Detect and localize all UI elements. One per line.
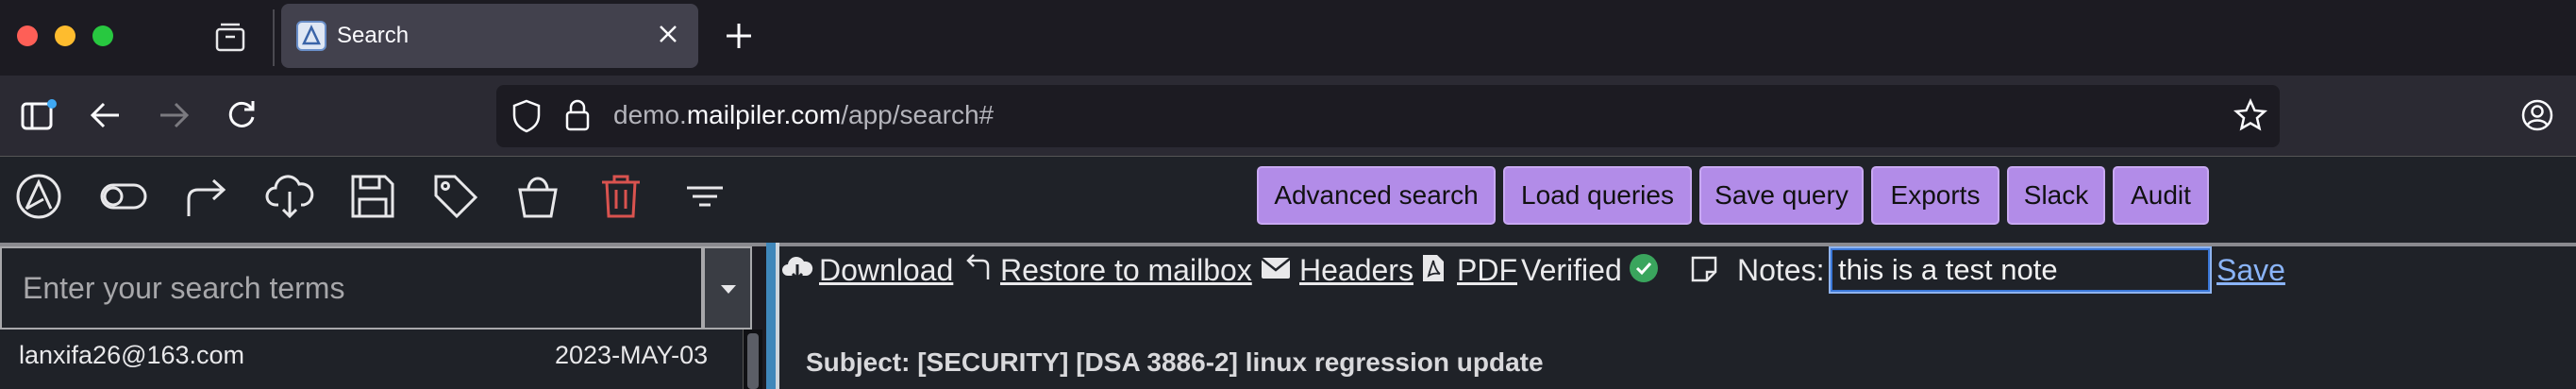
toggle-icon[interactable] [99, 173, 147, 220]
filter-icon[interactable] [681, 173, 728, 220]
restore-arrow-icon [963, 251, 994, 281]
advanced-search-button[interactable]: Advanced search [1257, 166, 1496, 225]
forward-arrow-icon [157, 98, 191, 132]
slack-button[interactable]: Slack [2007, 166, 2105, 225]
piler-logo-icon[interactable] [15, 173, 62, 220]
back-arrow-icon[interactable] [89, 98, 123, 132]
headers-link[interactable]: Headers [1299, 253, 1413, 288]
exports-button[interactable]: Exports [1871, 166, 1999, 225]
trash-icon[interactable] [597, 173, 644, 220]
close-tab-icon[interactable] [657, 23, 679, 45]
verified-check-icon [1629, 253, 1659, 283]
cloud-download-icon [781, 253, 813, 281]
save-query-button[interactable]: Save query [1699, 166, 1864, 225]
verified-label: Verified [1521, 253, 1622, 287]
site-favicon [296, 21, 326, 51]
minimize-window-button[interactable] [55, 25, 75, 46]
result-date: 2023-MAY-03 [555, 341, 709, 369]
notes-label: Notes: [1737, 253, 1825, 287]
reload-icon[interactable] [225, 97, 259, 131]
bookmark-star-icon[interactable] [2233, 98, 2267, 132]
maximize-window-button[interactable] [92, 25, 113, 46]
restore-to-mailbox-link[interactable]: Restore to mailbox [1000, 253, 1252, 288]
search-dropdown-button[interactable] [703, 246, 752, 330]
search-input[interactable] [2, 248, 699, 328]
note-icon [1690, 255, 1718, 283]
pdf-file-icon [1421, 253, 1446, 283]
envelope-icon [1261, 257, 1291, 279]
shield-icon[interactable] [510, 98, 543, 134]
scrollbar-thumb[interactable] [747, 333, 759, 389]
audit-button[interactable]: Audit [2113, 166, 2209, 225]
url-text[interactable]: demo.mailpiler.com/app/search# [613, 100, 994, 130]
lock-icon[interactable] [564, 98, 591, 132]
message-subject: Subject: [SECURITY] [DSA 3886-2] linux r… [806, 347, 1544, 377]
new-tab-icon[interactable] [724, 21, 754, 51]
bucket-icon[interactable] [514, 173, 561, 220]
tab-overview-icon[interactable] [214, 21, 246, 53]
tag-icon[interactable] [432, 173, 479, 220]
pdf-link[interactable]: PDF [1457, 253, 1517, 288]
caret-down-icon [721, 285, 736, 295]
floppy-save-icon[interactable] [349, 173, 396, 220]
result-from: lanxifa26@163.com [19, 341, 245, 369]
pane-resize-handle[interactable] [766, 243, 776, 389]
tab-title: Search [337, 23, 410, 48]
save-note-link[interactable]: Save [2216, 253, 2285, 288]
cloud-download-icon[interactable] [265, 173, 314, 220]
sidebar-icon[interactable] [21, 99, 57, 131]
load-queries-button[interactable]: Load queries [1503, 166, 1692, 225]
close-window-button[interactable] [17, 25, 38, 46]
download-link[interactable]: Download [819, 253, 953, 288]
notes-input[interactable] [1829, 246, 2212, 294]
forward-arrow-icon[interactable] [183, 173, 230, 220]
tab-divider [273, 9, 275, 66]
account-icon[interactable] [2520, 98, 2554, 132]
